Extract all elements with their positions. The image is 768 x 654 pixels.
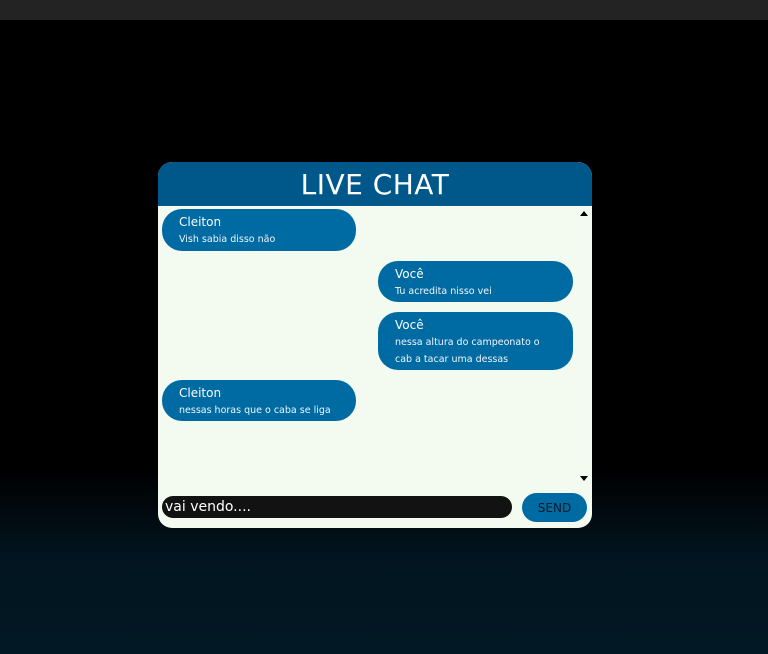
message-bubble: Você nessa altura do campeonato o cab a … xyxy=(378,312,573,370)
message-text: nessa altura do campeonato o cab a tacar… xyxy=(395,337,540,365)
message-input[interactable] xyxy=(162,496,512,518)
send-button[interactable]: SEND xyxy=(522,493,587,522)
message-text: Vish sabia disso não xyxy=(179,234,276,245)
message-input-bar: SEND xyxy=(158,486,592,528)
browser-top-bar xyxy=(0,0,768,20)
message-bubble: Cleiton nessas horas que o caba se liga … xyxy=(162,380,356,433)
live-chat-window: LIVE CHAT Cleiton Vish sabia disso não V… xyxy=(158,162,592,528)
message-sender: Cleiton xyxy=(179,215,222,229)
chat-title: LIVE CHAT xyxy=(300,167,450,201)
scroll-up-arrow-icon[interactable] xyxy=(580,211,588,216)
message-sender: Cleiton xyxy=(179,386,222,400)
message-text: Tu acredita nisso vei xyxy=(395,286,492,297)
chat-header: LIVE CHAT xyxy=(158,162,592,206)
scroll-down-arrow-icon[interactable] xyxy=(580,476,588,481)
message-list[interactable]: Cleiton Vish sabia disso não Você Tu acr… xyxy=(158,206,592,486)
message-bubble: Cleiton Vish sabia disso não xyxy=(162,209,356,251)
scrollbar[interactable] xyxy=(576,206,592,486)
message-text: nessas horas que o caba se liga né xyxy=(179,405,331,433)
message-sender: Você xyxy=(395,267,424,281)
message-bubble: Você Tu acredita nisso vei xyxy=(378,261,573,302)
message-sender: Você xyxy=(395,318,424,332)
